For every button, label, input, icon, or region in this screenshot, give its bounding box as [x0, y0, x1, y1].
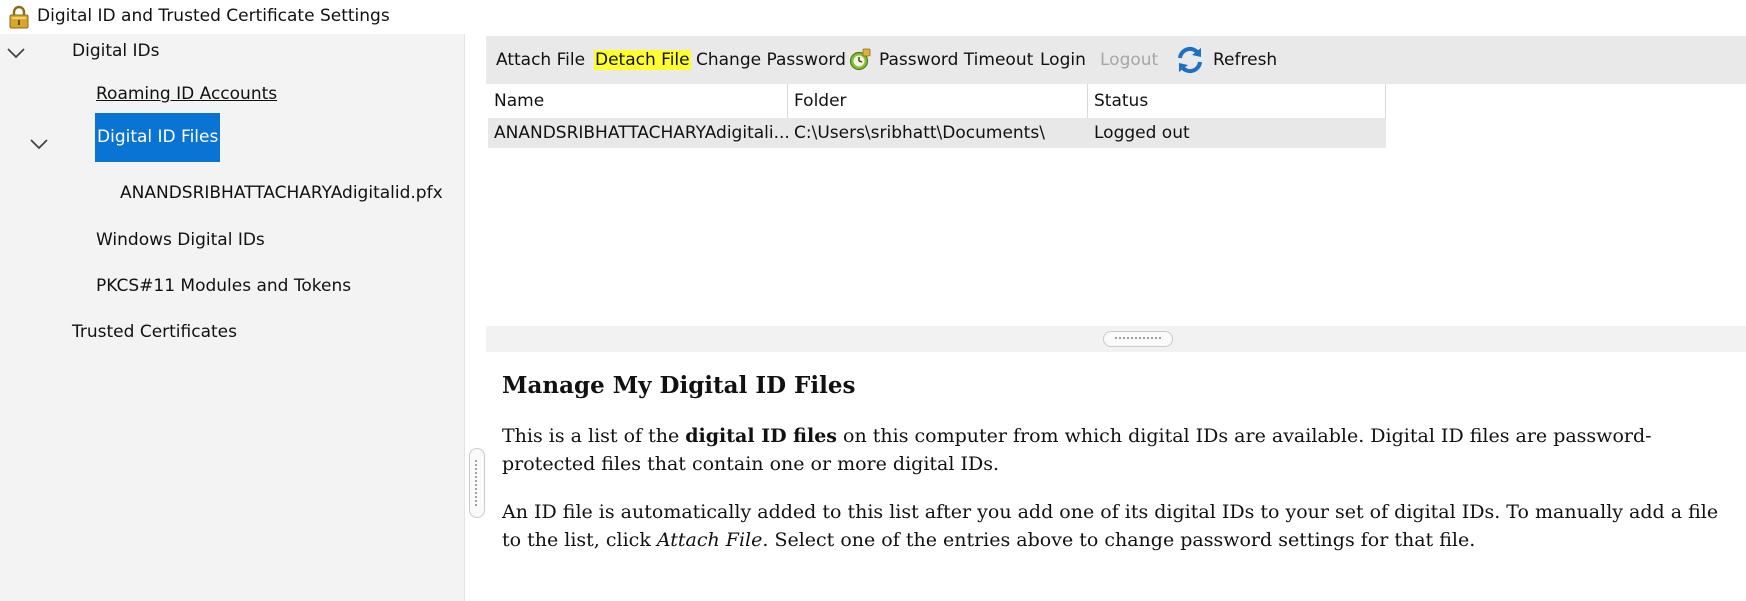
refresh-icon[interactable]: [1174, 44, 1206, 76]
attach-file-reference: Attach File: [656, 529, 763, 551]
splitter-grip-handle[interactable]: [469, 448, 485, 518]
tree-item-digital-ids[interactable]: Digital IDs: [72, 41, 160, 61]
help-heading: Manage My Digital ID Files: [502, 372, 856, 399]
tree-item-pkcs11-modules[interactable]: PKCS#11 Modules and Tokens: [96, 276, 351, 296]
splitter-grip-handle[interactable]: [1103, 331, 1173, 347]
column-header-folder[interactable]: Folder: [788, 84, 1088, 118]
tree-item-digital-id-files[interactable]: Digital ID Files: [95, 113, 221, 162]
tree-item-windows-digital-ids[interactable]: Windows Digital IDs: [96, 230, 265, 250]
window-title: Digital ID and Trusted Certificate Setti…: [37, 6, 390, 26]
password-timeout-button[interactable]: Password Timeout: [879, 50, 1033, 70]
tree-item-pfx-file[interactable]: ANANDSRIBHATTACHARYAdigitalid.pfx: [120, 183, 443, 203]
login-button[interactable]: Login: [1040, 50, 1086, 70]
help-paragraph-2: An ID file is automatically added to thi…: [502, 501, 1719, 551]
column-header-status[interactable]: Status: [1088, 84, 1386, 118]
table-cell-folder: C:\Users\sribhatt\Documents\: [794, 123, 1045, 143]
chevron-down-icon[interactable]: [29, 137, 49, 151]
chevron-down-icon[interactable]: [6, 46, 26, 60]
lock-icon: [9, 5, 29, 29]
navigation-tree: Digital IDs Roaming ID Accounts Digital …: [0, 34, 464, 601]
detach-file-button[interactable]: Detach File: [594, 50, 691, 70]
tree-item-trusted-certificates[interactable]: Trusted Certificates: [72, 322, 237, 342]
column-header-name[interactable]: Name: [488, 84, 788, 118]
digital-id-files-table: Name Folder Status ANANDSRIBHATTACHARYAd…: [486, 84, 1746, 326]
attach-file-button[interactable]: Attach File: [496, 50, 585, 70]
change-password-button[interactable]: Change Password: [696, 50, 846, 70]
toolbar: Attach File Detach File Change Password …: [486, 36, 1746, 84]
title-bar: Digital ID and Trusted Certificate Setti…: [0, 0, 1746, 34]
help-paragraph-1: This is a list of the digital ID files o…: [502, 425, 1652, 475]
table-cell-status: Logged out: [1094, 123, 1190, 143]
refresh-button[interactable]: Refresh: [1213, 50, 1277, 70]
content-pane: Attach File Detach File Change Password …: [486, 36, 1746, 601]
table-cell-name: ANANDSRIBHATTACHARYAdigitali...: [494, 123, 788, 143]
logout-button[interactable]: Logout: [1100, 50, 1158, 70]
tree-item-roaming-id-accounts[interactable]: Roaming ID Accounts: [96, 84, 277, 104]
password-timeout-icon[interactable]: [848, 48, 872, 72]
